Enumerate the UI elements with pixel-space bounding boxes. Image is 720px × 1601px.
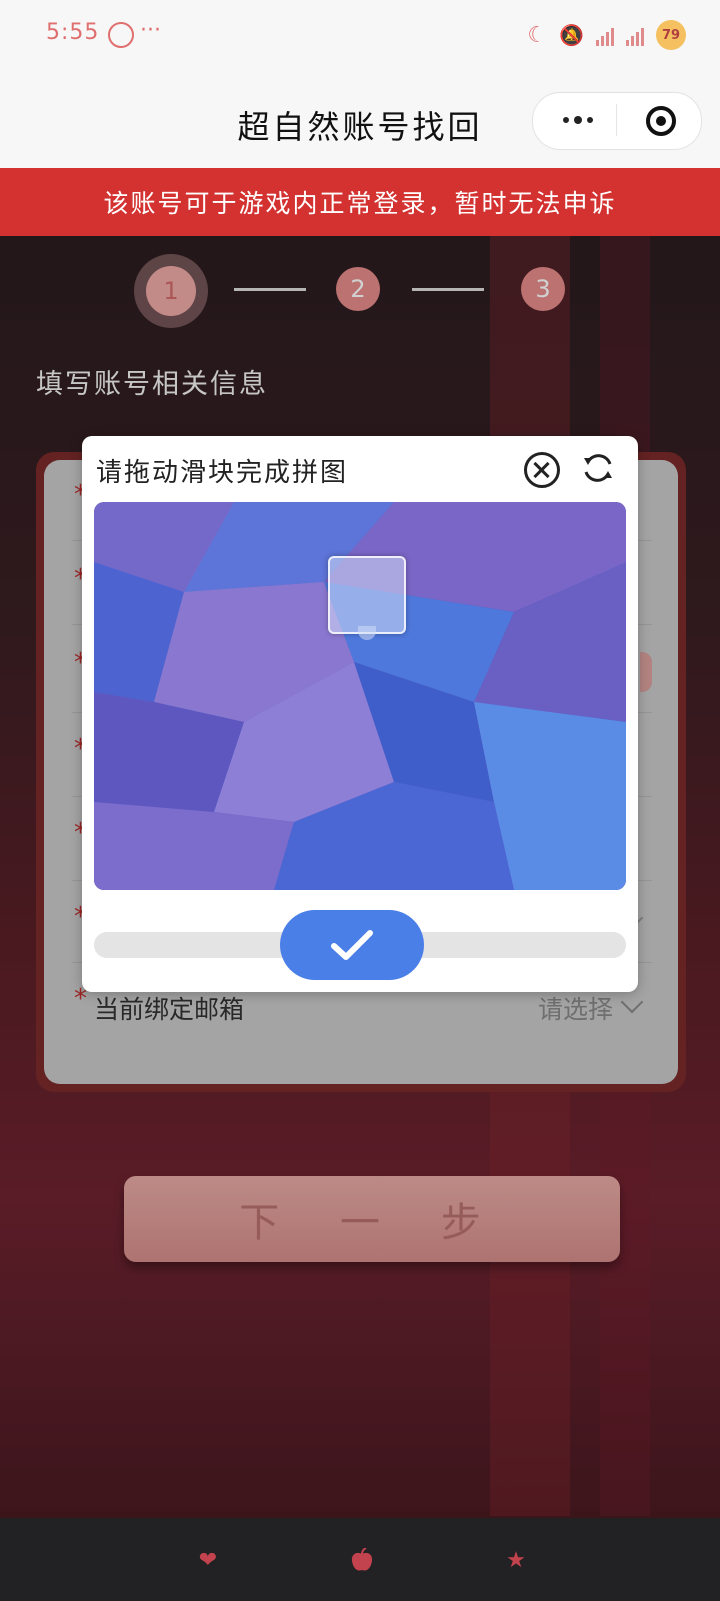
status-time: 5:55 — [46, 20, 100, 45]
mute-bell-icon: 🔕 — [559, 23, 584, 47]
refresh-icon[interactable] — [580, 450, 616, 486]
battery-icon: 79 — [656, 20, 686, 50]
signal-icon — [596, 24, 614, 46]
heart-icon[interactable]: ❤ — [196, 1548, 220, 1573]
capsule-divider — [616, 104, 617, 136]
puzzle-piece — [328, 556, 406, 640]
close-circle-icon[interactable] — [524, 452, 560, 488]
signal-icon-2 — [626, 24, 644, 46]
captcha-title: 请拖动滑块完成拼图 — [96, 458, 349, 488]
slider-handle[interactable] — [280, 910, 424, 980]
check-icon — [331, 930, 373, 960]
close-miniprogram-icon[interactable] — [646, 106, 676, 136]
star-icon[interactable]: ★ — [504, 1548, 528, 1573]
notification-icon — [108, 22, 134, 48]
status-icons: ☾ 🔕 79 — [527, 20, 686, 50]
status-more-dots: ··· — [140, 18, 161, 43]
apple-icon[interactable] — [350, 1548, 374, 1572]
more-menu-icon[interactable] — [548, 100, 608, 140]
moon-icon: ☾ — [527, 22, 548, 48]
notice-banner: 该账号可于游戏内正常登录，暂时无法申诉 — [0, 168, 720, 236]
